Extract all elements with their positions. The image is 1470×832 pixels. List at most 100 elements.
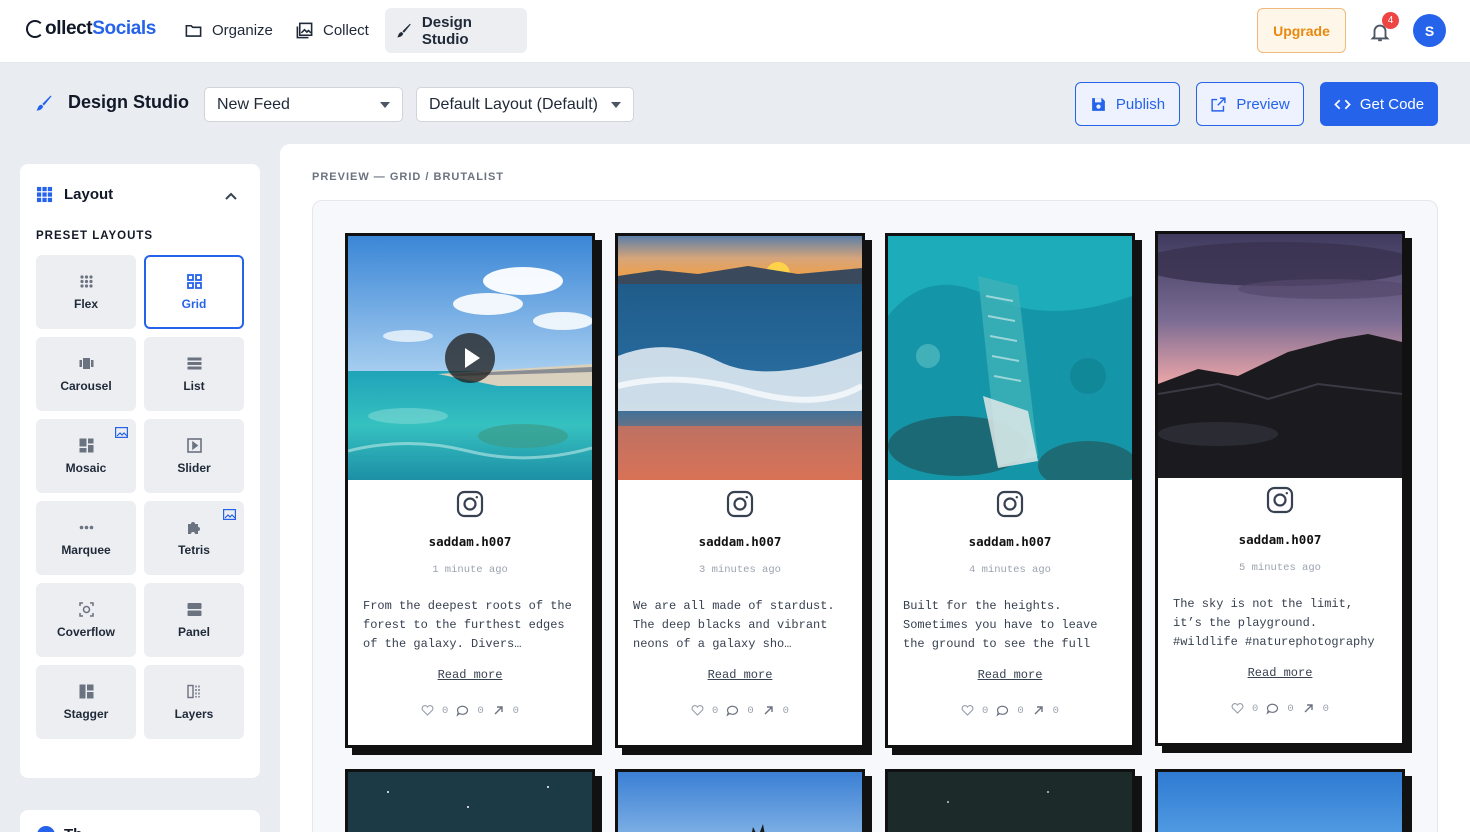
tree-sky-image [618,772,862,832]
layout-tetris[interactable]: Tetris [144,501,244,575]
layout-coverflow[interactable]: Coverflow [36,583,136,657]
nav-design-studio-label: Design Studio [421,13,472,48]
post-stats: 0 0 0 [1158,702,1402,715]
top-navbar: ollect Socials Organize Collect Design S… [0,0,1470,63]
night-sky-image [348,772,592,832]
read-more-link[interactable]: Read more [1158,666,1402,680]
layout-slider[interactable]: Slider [144,419,244,493]
layout-flex-label: Flex [73,296,98,311]
layout-list[interactable]: List [144,337,244,411]
post-card[interactable]: saddam.h007 1 minute ago From the deepes… [345,233,595,748]
post-username[interactable]: saddam.h007 [888,534,1132,549]
blue-sky-image [1158,772,1402,832]
comment-icon [996,705,1009,717]
post-username[interactable]: saddam.h007 [618,534,862,549]
read-more-link[interactable]: Read more [888,668,1132,682]
post-card-partial[interactable] [615,769,865,832]
likes-count: 0 [712,704,719,717]
chevron-down-icon [380,102,390,108]
comments-count: 0 [477,704,484,717]
nav-design-studio[interactable]: Design Studio [385,8,527,53]
mosaic-icon [79,438,93,452]
sunset-image [618,236,862,480]
shares-count: 0 [1322,702,1329,715]
post-time: 3 minutes ago [699,564,781,576]
share-icon [1304,704,1313,713]
preview-label: Preview [1236,95,1290,113]
coverflow-icon [78,601,94,617]
nav-collect-label: Collect [323,22,369,39]
read-more-link[interactable]: Read more [348,668,592,682]
slider-icon [186,437,202,453]
post-card[interactable]: saddam.h007 4 minutes ago Built for the … [885,233,1135,748]
pro-image-icon [223,509,236,520]
shares-count: 0 [512,704,519,717]
post-time: 4 minutes ago [969,564,1051,576]
upgrade-button[interactable]: Upgrade [1257,8,1346,53]
nav-organize[interactable]: Organize [174,8,283,53]
logo-c-icon [26,20,44,38]
layers-icon [186,684,200,698]
logo-text-accent: Socials [92,18,156,39]
layout-slider-label: Slider [177,460,211,475]
layout-marquee[interactable]: Marquee [36,501,136,575]
layout-layers[interactable]: Layers [144,665,244,739]
get-code-button[interactable]: Get Code [1320,82,1438,126]
post-card[interactable]: saddam.h007 5 minutes ago The sky is not… [1155,231,1405,746]
feed-select[interactable]: New Feed [204,87,403,122]
layout-stagger-label: Stagger [63,706,109,721]
layout-carousel[interactable]: Carousel [36,337,136,411]
stagger-icon [79,684,93,698]
nav-organize-label: Organize [212,22,273,39]
nav-collect[interactable]: Collect [285,8,379,53]
layout-grid[interactable]: Grid [144,255,244,329]
layout-stagger[interactable]: Stagger [36,665,136,739]
publish-button[interactable]: Publish [1075,82,1180,126]
layout-marquee-label: Marquee [61,542,111,557]
layout-select-value: Default Layout (Default) [429,95,598,113]
carousel-icon [79,357,93,369]
instagram-icon [726,490,754,518]
heart-icon [421,705,434,716]
puzzle-icon [187,521,200,534]
layout-mosaic[interactable]: Mosaic [36,419,136,493]
post-username[interactable]: saddam.h007 [348,534,592,549]
post-image-reef[interactable] [888,236,1132,480]
next-section-title[interactable]: Th [64,826,82,832]
chevron-up-icon[interactable] [224,189,238,203]
reef-image [888,236,1132,480]
preset-layouts-heading: PRESET LAYOUTS [36,230,154,242]
post-image-mountain[interactable] [1158,234,1402,478]
post-card[interactable]: saddam.h007 3 minutes ago We are all mad… [615,233,865,748]
feed-select-value: New Feed [217,95,290,113]
layout-panel-option[interactable]: Panel [144,583,244,657]
heart-icon [961,705,974,716]
post-card-partial[interactable] [345,769,595,832]
play-icon[interactable] [445,333,495,383]
preview-button[interactable]: Preview [1196,82,1304,126]
preview-label-heading: PREVIEW — GRID / BRUTALIST [312,171,505,183]
post-username[interactable]: saddam.h007 [1158,532,1402,547]
avatar[interactable]: S [1413,14,1446,47]
post-card-partial[interactable] [885,769,1135,832]
post-image-sunset[interactable] [618,236,862,480]
layout-select[interactable]: Default Layout (Default) [416,87,634,122]
post-stats: 0 0 0 [618,704,862,717]
post-caption: From the deepest roots of the forest to … [363,599,572,651]
notification-badge: 4 [1382,12,1399,29]
brand-logo[interactable]: ollect Socials [26,18,156,40]
layout-flex[interactable]: Flex [36,255,136,329]
post-caption: Built for the heights. Sometimes you hav… [903,599,1098,651]
post-caption: We are all made of stardust. The deep bl… [633,599,835,651]
post-image-beach[interactable] [348,236,592,480]
layout-panel: Layout PRESET LAYOUTS Flex Grid Carousel… [20,164,260,778]
post-stats: 0 0 0 [888,704,1132,717]
read-more-link[interactable]: Read more [618,668,862,682]
share-icon [764,706,773,715]
layout-section-header[interactable]: Layout [36,186,113,203]
shares-count: 0 [1052,704,1059,717]
post-card-partial[interactable] [1155,769,1405,832]
grid-icon [186,273,202,289]
chevron-down-icon [611,102,621,108]
grid-icon [36,186,53,203]
